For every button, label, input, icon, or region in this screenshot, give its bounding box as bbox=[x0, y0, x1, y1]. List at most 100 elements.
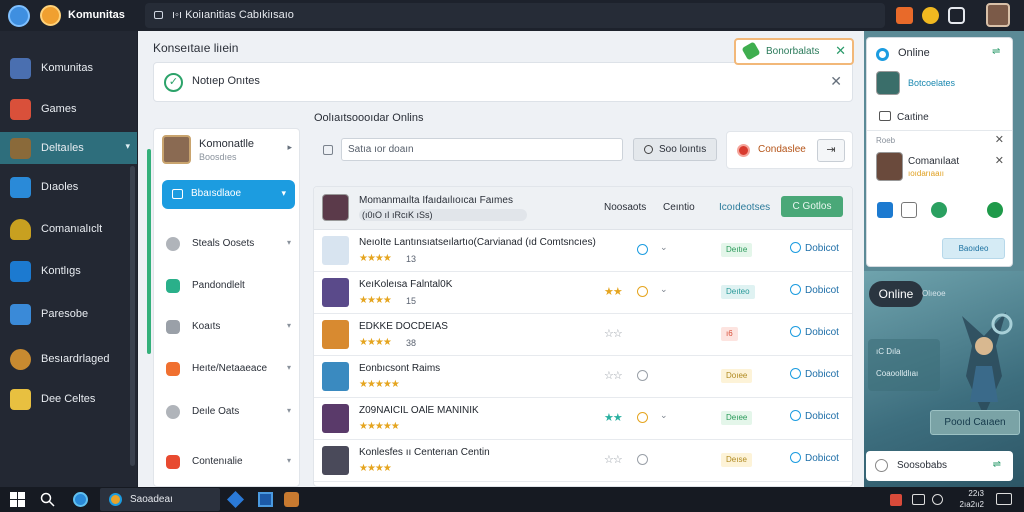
table-row[interactable]: EDKKE DOCDEIAS★★★★38☆☆⌄ı6Dobicot bbox=[314, 314, 852, 356]
taskbar: Saoadeaı 22ı3 2ıa2ıı2 bbox=[0, 487, 1024, 512]
game-icon[interactable] bbox=[284, 492, 299, 507]
table-row[interactable]: NeıoIte Lantınsıatseılartıo(Carvianad (ı… bbox=[314, 230, 852, 272]
puzzle-icon[interactable] bbox=[896, 7, 913, 24]
sidebar-item-diaoles[interactable]: Dıaoles bbox=[0, 171, 137, 203]
close-icon[interactable]: ✕ bbox=[995, 133, 1004, 146]
check-circle-icon[interactable] bbox=[987, 202, 1003, 218]
clover-icon[interactable] bbox=[931, 202, 947, 218]
filter-item[interactable]: Heıte/Netaaeace ▾ bbox=[164, 358, 294, 380]
primary-filter-button[interactable]: Bbaısdlaoe ▾ bbox=[162, 180, 295, 209]
sidebar-item-kontligs[interactable]: Kontlıgs bbox=[0, 255, 137, 287]
table-row[interactable]: Z09NAICIL OAlE MANINIK ★★★★★ ★★ ⌄ Deıee Dobic… bbox=[314, 398, 852, 440]
footer-item[interactable]: Soosobabs ⇌ bbox=[866, 451, 1013, 481]
chevron-down-icon[interactable]: ⌄ bbox=[660, 410, 668, 421]
header-action-button[interactable]: C Gotlos bbox=[781, 196, 843, 217]
game-thumbnail bbox=[322, 362, 349, 391]
friend-item[interactable]: Comanılaat ıoıdarıaaıı ✕ bbox=[876, 152, 1006, 186]
column-header[interactable]: Ceıntio bbox=[663, 202, 695, 213]
avatar[interactable] bbox=[986, 3, 1010, 27]
info-icon[interactable] bbox=[637, 370, 648, 381]
game-action-button[interactable]: Pooıd Caıaen bbox=[930, 410, 1020, 435]
address-bar[interactable]: ı◦ı Koiıanitias Cabıkiısaıo bbox=[145, 3, 885, 28]
filter-item[interactable]: Koaıts ▾ bbox=[164, 316, 294, 338]
select-all-checkbox[interactable] bbox=[323, 145, 333, 155]
sidebar-item-besiardrlaged[interactable]: Besıardrlaged bbox=[0, 343, 137, 375]
clock[interactable]: 22ı3 2ıa2ıı2 bbox=[952, 488, 984, 510]
info-icon[interactable] bbox=[637, 244, 648, 255]
row-action-link[interactable]: Dobicot bbox=[790, 242, 839, 254]
vscode-icon[interactable] bbox=[227, 491, 244, 508]
image-icon[interactable] bbox=[901, 202, 917, 218]
rate-stars[interactable]: ☆☆ bbox=[604, 369, 623, 382]
column-header[interactable]: Noosaots bbox=[604, 202, 646, 213]
search-icon[interactable] bbox=[40, 492, 55, 507]
sidebar-item-paresobe[interactable]: Paresobe bbox=[0, 298, 137, 330]
filter-item[interactable]: Deıle Oats ▾ bbox=[164, 401, 294, 423]
share-button[interactable]: ⇥ bbox=[817, 139, 845, 162]
expand-icon[interactable]: ⇌ bbox=[992, 46, 1000, 57]
table-row[interactable]: KeıKoleısa Falntal0K ★★★★ 15 ★★ ⌄ Deıteo Dobic… bbox=[314, 272, 852, 314]
online-badge[interactable]: Online bbox=[869, 281, 923, 307]
emoji-icon[interactable] bbox=[922, 7, 939, 24]
game-thumbnail bbox=[322, 278, 349, 307]
warrior-avatar-icon bbox=[10, 58, 31, 79]
table-row[interactable]: Konlesfes ıı Centerıan Centin★★★★☆☆⌄Deıs… bbox=[314, 440, 852, 482]
tray-flag-icon[interactable] bbox=[890, 494, 902, 506]
network-icon[interactable] bbox=[912, 494, 925, 505]
filter-item[interactable]: Pandondlelt bbox=[164, 275, 294, 297]
sidebar-item-details[interactable]: Deltaıles ▾ bbox=[0, 132, 137, 164]
volume-icon[interactable] bbox=[932, 494, 943, 505]
chevron-down-icon[interactable]: ⌄ bbox=[660, 284, 668, 295]
info-icon[interactable] bbox=[637, 412, 648, 423]
status-label[interactable]: Condaslee bbox=[758, 144, 806, 155]
sidebar-item-komunitas[interactable]: Komunitas bbox=[0, 52, 137, 84]
row-action-link[interactable]: Dobicot bbox=[790, 326, 839, 338]
close-icon[interactable]: ✕ bbox=[995, 154, 1004, 167]
filter-item[interactable]: Steals Oosets ▾ bbox=[164, 233, 294, 255]
table-row[interactable]: Eonbıcsont Raims★★★★★☆☆⌄DoıeeDobicot bbox=[314, 356, 852, 398]
app-icon bbox=[109, 493, 122, 506]
online-row[interactable]: Caıtine bbox=[879, 111, 929, 123]
notification-icon[interactable] bbox=[996, 493, 1012, 505]
row-action-link[interactable]: Dobicot bbox=[790, 368, 839, 380]
info-icon[interactable] bbox=[637, 454, 648, 465]
app-logo-icon[interactable] bbox=[8, 5, 30, 27]
home-icon[interactable] bbox=[948, 7, 965, 24]
sidebar-item-dee-celtes[interactable]: Dee Celtes bbox=[0, 383, 137, 415]
chat-user[interactable]: Botcoelates bbox=[876, 71, 1006, 97]
expand-icon[interactable]: ⇌ bbox=[993, 459, 1001, 470]
main-content: Konseıtaıe liıein ✓ Notıep Onıtes ✕ Komo… bbox=[138, 31, 864, 487]
row-action-link[interactable]: Dobicot bbox=[790, 410, 839, 422]
avatar bbox=[876, 71, 900, 95]
brand-name: Komunitas bbox=[68, 9, 125, 21]
chevron-down-icon: ▾ bbox=[286, 406, 291, 415]
sidebar-item-games[interactable]: Games bbox=[0, 93, 137, 125]
search-button[interactable]: Soo loıntıs bbox=[633, 138, 717, 161]
windows-start-icon[interactable] bbox=[10, 492, 25, 507]
record-icon[interactable] bbox=[737, 144, 750, 157]
chevron-down-icon[interactable]: ⌄ bbox=[660, 242, 668, 253]
row-action-link[interactable]: Dobicot bbox=[790, 452, 839, 464]
rate-stars[interactable]: ★★ bbox=[604, 285, 623, 298]
filter-item[interactable]: Contenıalie ▾ bbox=[164, 451, 294, 473]
send-button[interactable]: Baoıdeo bbox=[942, 238, 1005, 259]
search-input[interactable] bbox=[341, 138, 623, 161]
chevron-down-icon: ▾ bbox=[286, 363, 291, 372]
rate-stars[interactable]: ☆☆ bbox=[604, 327, 623, 340]
taskbar-active-app[interactable]: Saoadeaı bbox=[100, 488, 220, 511]
browser-icon[interactable] bbox=[73, 492, 88, 507]
blocks-icon[interactable] bbox=[877, 202, 893, 218]
row-action-link[interactable]: Dobicot bbox=[790, 284, 839, 296]
sidebar-item-comanialiclt[interactable]: Comanıalıclt bbox=[0, 213, 137, 245]
sidebar-scrollbar[interactable] bbox=[130, 166, 135, 466]
column-header[interactable]: Icoıdeotses bbox=[719, 202, 770, 213]
friend-status: ıoıdarıaaıı bbox=[908, 169, 945, 178]
rate-stars[interactable]: ★★ bbox=[604, 411, 623, 424]
status-badge: Deıteo bbox=[721, 285, 755, 299]
window-icon[interactable] bbox=[258, 492, 273, 507]
profile-header[interactable]: Komonatlle Boosdıes ▸ bbox=[162, 135, 292, 167]
close-icon[interactable]: ✕ bbox=[830, 73, 842, 90]
info-icon[interactable] bbox=[637, 286, 648, 297]
rate-stars[interactable]: ☆☆ bbox=[604, 453, 623, 466]
close-icon[interactable]: ✕ bbox=[835, 43, 846, 59]
